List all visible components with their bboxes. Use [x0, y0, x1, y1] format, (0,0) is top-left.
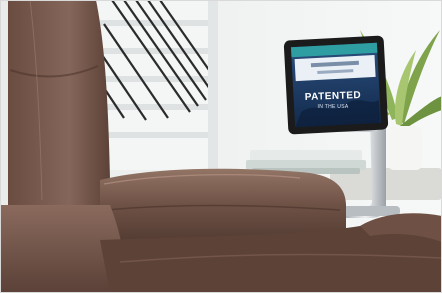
tablet [283, 35, 389, 135]
tablet-screen-title: PATENTED [304, 90, 362, 103]
product-photo: PATENTED IN THE USA [0, 0, 442, 293]
recliner-back [8, 0, 110, 205]
staircase [95, 0, 218, 175]
tablet-screen-subtitle: IN THE USA [317, 104, 349, 110]
scene-illustration [0, 0, 442, 293]
